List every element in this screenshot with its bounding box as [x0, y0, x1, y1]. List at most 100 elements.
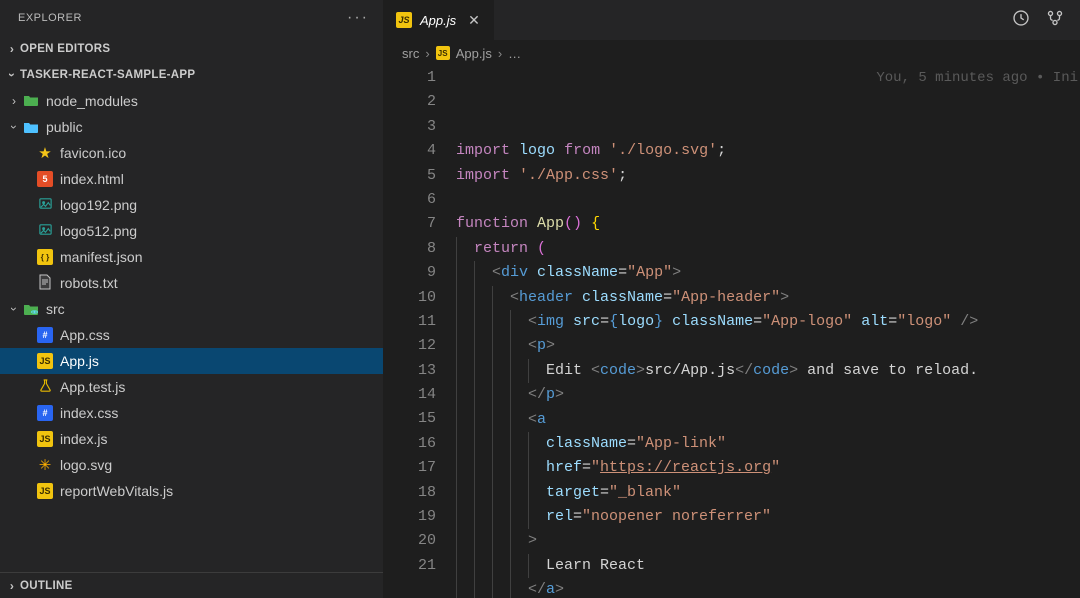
code-token: App [537, 215, 564, 232]
file-manifest-json[interactable]: { }manifest.json [0, 244, 383, 270]
code-editor[interactable]: 123456789101112131415161718192021 You, 5… [384, 66, 1080, 598]
file-logo192-png[interactable]: logo192.png [0, 192, 383, 218]
chevron-down-icon: › [7, 119, 21, 135]
explorer-more-actions-icon[interactable]: ··· [347, 9, 369, 27]
code-line[interactable]: <div className="App"> [456, 261, 1080, 285]
indent-guide [510, 334, 511, 358]
indent-guide [492, 286, 493, 310]
code-token: from [564, 142, 600, 159]
code-line[interactable]: import './App.css'; [456, 164, 1080, 188]
file-index-js[interactable]: JSindex.js [0, 426, 383, 452]
indent-guide [456, 456, 457, 480]
code-token: "_blank" [609, 484, 681, 501]
code-line[interactable]: </p> [456, 383, 1080, 407]
workspace-section[interactable]: › TASKER-REACT-SAMPLE-APP [0, 62, 383, 88]
breadcrumb-trailing: … [508, 46, 521, 61]
code-line[interactable]: <p> [456, 334, 1080, 358]
code-content[interactable]: You, 5 minutes ago • Ini import logo fro… [456, 66, 1080, 598]
code-line[interactable]: </a> [456, 578, 1080, 598]
file-robots-txt[interactable]: robots.txt [0, 270, 383, 296]
indent-guide [510, 554, 511, 578]
compare-changes-icon[interactable] [1046, 9, 1064, 32]
file-favicon-ico[interactable]: ★favicon.ico [0, 140, 383, 166]
code-line[interactable]: function App() { [456, 212, 1080, 236]
code-token: > [528, 532, 537, 549]
code-line[interactable]: <img src={logo} className="App-logo" alt… [456, 310, 1080, 334]
file-reportwebvitals-js[interactable]: JSreportWebVitals.js [0, 478, 383, 504]
folder-public[interactable]: ›public [0, 114, 383, 140]
code-token: rel [546, 508, 573, 525]
outline-label: OUTLINE [20, 580, 73, 592]
line-number: 13 [384, 359, 436, 383]
code-token: function [456, 215, 528, 232]
indent-guide [492, 456, 493, 480]
explorer-header: EXPLORER ··· [0, 0, 383, 36]
tree-item-label: src [46, 301, 65, 317]
indent-guide [456, 261, 457, 285]
line-number: 5 [384, 164, 436, 188]
tree-indent [20, 198, 36, 212]
code-token: < [492, 264, 501, 281]
code-line[interactable]: rel="noopener noreferrer" [456, 505, 1080, 529]
file-app-test-js[interactable]: App.test.js [0, 374, 383, 400]
code-token: img [537, 313, 564, 330]
code-line[interactable]: Edit <code>src/App.js</code> and save to… [456, 359, 1080, 383]
code-token: /> [960, 313, 978, 330]
breadcrumb-folder[interactable]: src [402, 46, 419, 61]
indent-guide [474, 578, 475, 598]
open-editors-section[interactable]: › OPEN EDITORS [0, 36, 383, 62]
breadcrumb[interactable]: src › JS App.js › … [384, 40, 1080, 66]
code-line[interactable]: return ( [456, 237, 1080, 261]
tab-filename: App.js [420, 13, 456, 28]
code-line[interactable]: href="https://reactjs.org" [456, 456, 1080, 480]
indent-guide [492, 383, 493, 407]
code-token [663, 313, 672, 330]
code-token: </ [735, 362, 753, 379]
code-token: </ [528, 386, 546, 403]
tree-indent [20, 250, 36, 264]
css-file-icon: # [37, 327, 53, 343]
folder-src[interactable]: ›src [0, 296, 383, 322]
indent-guide [492, 554, 493, 578]
indent-guide [456, 432, 457, 456]
tree-indent [20, 328, 36, 342]
tree-item-label: favicon.ico [60, 145, 126, 161]
code-token: src [573, 313, 600, 330]
close-tab-icon[interactable]: ✕ [464, 12, 484, 29]
file-app-css[interactable]: #App.css [0, 322, 383, 348]
line-number: 7 [384, 212, 436, 236]
indent-guide [528, 456, 529, 480]
code-line[interactable]: import logo from './logo.svg'; [456, 139, 1080, 163]
indent-guide [510, 481, 511, 505]
code-line[interactable]: Learn React [456, 554, 1080, 578]
file-logo512-png[interactable]: logo512.png [0, 218, 383, 244]
file-app-js[interactable]: JSApp.js [0, 348, 383, 374]
file-logo-svg[interactable]: ✳logo.svg [0, 452, 383, 478]
folder-node-modules[interactable]: ›node_modules [0, 88, 383, 114]
indent-guide [474, 554, 475, 578]
outline-section[interactable]: › OUTLINE [0, 572, 383, 598]
tree-indent [20, 146, 36, 160]
tab-app-js[interactable]: JS App.js ✕ [384, 0, 495, 40]
indent-guide [456, 481, 457, 505]
file-index-css[interactable]: #index.css [0, 400, 383, 426]
code-line[interactable]: > [456, 529, 1080, 553]
code-line[interactable]: target="_blank" [456, 481, 1080, 505]
file-index-html[interactable]: 5index.html [0, 166, 383, 192]
code-token: > [555, 386, 564, 403]
code-token: logo [519, 142, 555, 159]
code-line[interactable]: <header className="App-header"> [456, 286, 1080, 310]
indent-guide [492, 529, 493, 553]
breadcrumb-file[interactable]: App.js [456, 46, 492, 61]
indent-guide [510, 578, 511, 598]
code-token: p [537, 337, 546, 354]
js-file-icon: JS [37, 431, 53, 447]
timeline-icon[interactable] [1012, 9, 1030, 32]
code-line[interactable] [456, 188, 1080, 212]
code-token [600, 142, 609, 159]
code-token: p [546, 386, 555, 403]
tree-item-label: manifest.json [60, 249, 142, 265]
code-line[interactable]: <a [456, 408, 1080, 432]
code-line[interactable]: className="App-link" [456, 432, 1080, 456]
code-token: = [600, 313, 609, 330]
